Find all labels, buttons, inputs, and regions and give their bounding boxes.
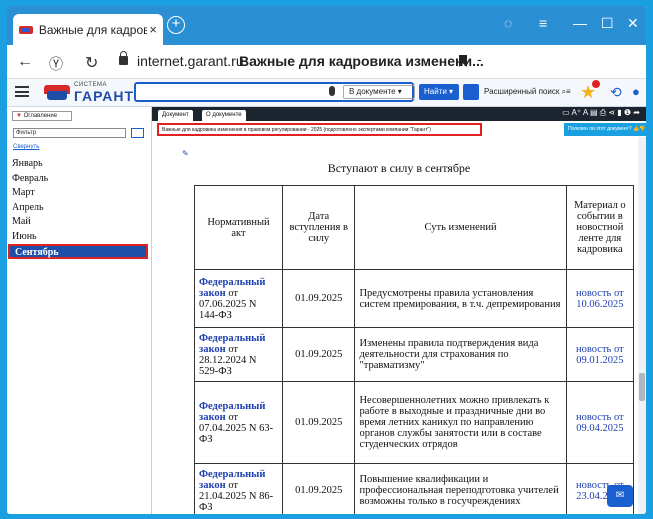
change-cell: Несовершеннолетних можно привлекать к ра… (354, 381, 567, 464)
date-cell: 01.09.2025 (281, 381, 356, 464)
month-item[interactable]: Январь (7, 157, 152, 172)
address-bar: ← Ⓨ ↻ internet.garant.ru Важные для кадр… (7, 45, 646, 79)
tab-document[interactable]: Документ (158, 110, 193, 121)
garant-favicon-icon (19, 24, 33, 36)
news-link[interactable]: новость от 09.04.2025 (565, 381, 635, 464)
history-icon[interactable]: ⟲ (610, 84, 622, 101)
act-cell: Федеральный закон от 07.04.2025 N 63-ФЗ (194, 381, 283, 464)
table-row: Федеральный закон от 28.12.2024 N 529-ФЗ… (194, 327, 635, 382)
document-toolbar-icons[interactable]: ▭ A⁺ A ▤ ⎙ ⋖ ▮ ❶ ➦ (562, 108, 640, 118)
page-title: Важные для кадровика изменени... (239, 53, 484, 69)
close-tab-icon[interactable]: × (149, 22, 157, 37)
garant-toolbar: СИСТЕМА ГАРАНТ В документе ▾ Найти ▾ Рас… (7, 79, 646, 107)
date-cell: 01.09.2025 (281, 269, 356, 328)
close-window-icon[interactable]: ✕ (627, 15, 639, 32)
pin-icon[interactable]: ✎ (182, 149, 189, 158)
menu-icon[interactable] (15, 86, 29, 97)
header-act: Нормативный акт (194, 185, 283, 270)
month-item[interactable]: Июнь (7, 230, 152, 245)
header-change: Суть изменений (354, 185, 567, 270)
reload-icon[interactable]: ↻ (85, 53, 98, 73)
table-row: Федеральный закон от 07.06.2025 N 144-ФЗ… (194, 269, 635, 328)
document-tab-bar: Документ О документе ▭ A⁺ A ▤ ⎙ ⋖ ▮ ❶ ➦ (152, 107, 646, 121)
yandex-icon[interactable]: Ⓨ (49, 54, 63, 74)
notification-badge (592, 80, 600, 88)
header-date: Дата вступления в силу (281, 185, 356, 270)
act-cell: Федеральный закон от 28.12.2024 N 529-ФЗ (194, 327, 283, 382)
search-input[interactable]: В документе ▾ (134, 82, 415, 102)
advanced-search-link[interactable]: Расширенный поиск ⌕≡ (484, 87, 571, 97)
document-scrollbar[interactable] (638, 137, 646, 514)
search-options-button[interactable] (463, 84, 479, 100)
section-heading: Вступают в силу в сентябре (327, 161, 471, 175)
news-link[interactable]: новость от 09.01.2025 (565, 327, 635, 382)
law-changes-table: Нормативный акт Дата вступления в силу С… (194, 185, 635, 514)
month-list: Январь Февраль Март Апрель Май Июнь Сент… (7, 157, 152, 259)
find-button[interactable]: Найти ▾ (419, 84, 459, 100)
search-scope-label: В документе (349, 87, 396, 96)
microphone-icon[interactable] (329, 86, 335, 96)
browser-window: Важные для кадровик × + ◌ ≡ — ☐ ✕ ← Ⓨ ↻ … (7, 6, 646, 514)
tab-about-document[interactable]: О документе (202, 110, 246, 121)
act-cell: Федеральный закон от 21.04.2025 N 86-ФЗ (194, 463, 283, 514)
news-link[interactable]: новость от 10.06.2025 (565, 269, 635, 328)
table-row: Федеральный закон от 21.04.2025 N 86-ФЗ … (194, 463, 635, 514)
logo-brand-text: ГАРАНТ (74, 88, 135, 104)
filter-input[interactable]: Фильтр (13, 128, 126, 138)
table-of-contents-panel: Оглавление Фильтр Свернуть Январь Феврал… (7, 107, 152, 514)
garant-logo-mark (44, 85, 70, 100)
feedback-label: Полезен ли этот документ? (568, 126, 632, 132)
month-item-active[interactable]: Сентябрь (8, 244, 148, 259)
table-row: Федеральный закон от 07.04.2025 N 63-ФЗ … (194, 381, 635, 464)
month-item[interactable]: Апрель (7, 201, 152, 216)
change-cell: Изменены правила подтверждения вида деят… (354, 327, 567, 382)
url-text[interactable]: internet.garant.ru (137, 53, 244, 69)
document-title: Важные для кадровика изменения в правово… (157, 123, 482, 136)
change-cell: Повышение квалификации и профессиональна… (354, 463, 567, 514)
date-cell: 01.09.2025 (281, 463, 356, 514)
advanced-search-label: Расширенный поиск (484, 87, 560, 96)
search-scope-select[interactable]: В документе ▾ (343, 85, 415, 99)
new-tab-button[interactable]: + (167, 16, 185, 34)
change-cell: Предусмотрены правила установления систе… (354, 269, 567, 328)
find-button-label: Найти (424, 87, 447, 96)
chat-support-icon[interactable]: ✉ (607, 485, 633, 507)
document-area: Документ О документе ▭ A⁺ A ▤ ⎙ ⋖ ▮ ❶ ➦ … (152, 107, 646, 514)
month-item[interactable]: Март (7, 186, 152, 201)
scrollbar-thumb[interactable] (639, 373, 645, 401)
maximize-icon[interactable]: ☐ (601, 15, 614, 32)
user-icon[interactable]: ● (632, 84, 640, 99)
table-header-row: Нормативный акт Дата вступления в силу С… (194, 185, 635, 270)
browser-tab-strip: Важные для кадровик × + ◌ ≡ — ☐ ✕ (7, 6, 646, 45)
back-icon[interactable]: ← (17, 53, 33, 71)
collapse-link[interactable]: Свернуть (13, 144, 39, 150)
date-cell: 01.09.2025 (281, 327, 356, 382)
browser-tab[interactable]: Важные для кадровик × (13, 14, 163, 45)
act-cell: Федеральный закон от 07.06.2025 N 144-ФЗ (194, 269, 283, 328)
garant-logo[interactable]: СИСТЕМА ГАРАНТ (44, 82, 133, 104)
header-news: Материал о событии в новостной ленте для… (565, 185, 635, 270)
minimize-icon[interactable]: — (573, 15, 587, 31)
lock-icon (119, 51, 128, 65)
filter-button[interactable] (131, 128, 144, 138)
feedback-button[interactable]: Полезен ли этот документ? 👍👎 (564, 123, 646, 136)
extension-icon[interactable]: ◌ (504, 15, 512, 31)
month-item[interactable]: Май (7, 215, 152, 230)
browser-tab-title: Важные для кадровик (38, 22, 148, 37)
page-title-dash: - (477, 51, 482, 67)
toc-tab[interactable]: Оглавление (12, 111, 72, 121)
month-item[interactable]: Февраль (7, 172, 152, 187)
profile-icon[interactable]: ≡ (539, 15, 547, 31)
